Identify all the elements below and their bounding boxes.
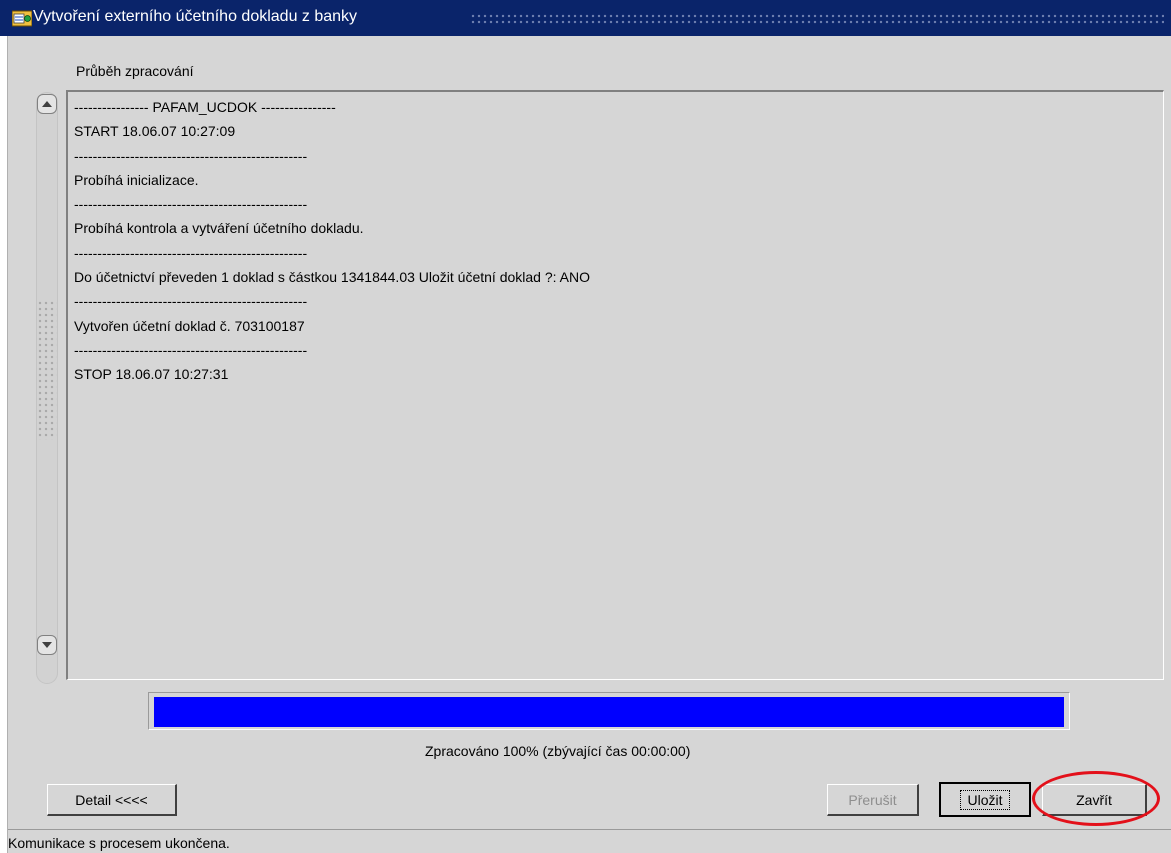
- log-line: Vytvořen účetní doklad č. 703100187: [74, 317, 305, 334]
- progress-bar-fill: [154, 697, 1064, 727]
- log-line: Probíhá kontrola a vytváření účetního do…: [74, 220, 364, 237]
- save-button[interactable]: Uložit: [939, 782, 1031, 817]
- arrow-up-icon: [42, 101, 52, 107]
- window-left-edge: [0, 36, 8, 853]
- log-line: ----------------------------------------…: [74, 147, 308, 164]
- dialog-window: Vytvoření externího účetního dokladu z b…: [0, 0, 1171, 853]
- close-button[interactable]: Zavřít: [1042, 784, 1147, 816]
- title-bar-pattern: [470, 13, 1164, 25]
- log-scrollbar[interactable]: [33, 92, 61, 684]
- progress-bar: [148, 692, 1070, 730]
- interrupt-button[interactable]: Přerušit: [827, 784, 919, 816]
- status-text: Komunikace s procesem ukončena.: [8, 835, 230, 851]
- log-line: STOP 18.06.07 10:27:31: [74, 366, 229, 383]
- log-line: ----------------------------------------…: [74, 196, 308, 213]
- scroll-up-button[interactable]: [37, 94, 57, 114]
- scroll-down-button[interactable]: [37, 635, 57, 655]
- log-line: ----------------------------------------…: [74, 293, 308, 310]
- title-bar[interactable]: Vytvoření externího účetního dokladu z b…: [0, 0, 1171, 36]
- log-line: START 18.06.07 10:27:09: [74, 123, 236, 140]
- window-title: Vytvoření externího účetního dokladu z b…: [33, 8, 358, 25]
- log-line: ----------------------------------------…: [74, 341, 308, 358]
- log-output[interactable]: ---------------- PAFAM_UCDOK -----------…: [66, 90, 1164, 680]
- status-bar: Komunikace s procesem ukončena.: [8, 829, 1171, 853]
- scrollbar-thumb[interactable]: [37, 300, 57, 440]
- log-line: Probíhá inicializace.: [74, 171, 199, 188]
- progress-status-text: Zpracováno 100% (zbývající čas 00:00:00): [425, 743, 691, 759]
- detail-button[interactable]: Detail <<<<: [47, 784, 177, 816]
- log-line: ----------------------------------------…: [74, 244, 308, 261]
- log-line: Do účetnictví převeden 1 doklad s částko…: [74, 269, 590, 286]
- app-icon: [11, 10, 33, 27]
- save-button-label: Uložit: [960, 789, 1010, 810]
- arrow-down-icon: [42, 642, 52, 648]
- section-label: Průběh zpracování: [76, 63, 194, 79]
- log-line: ---------------- PAFAM_UCDOK -----------…: [74, 99, 336, 115]
